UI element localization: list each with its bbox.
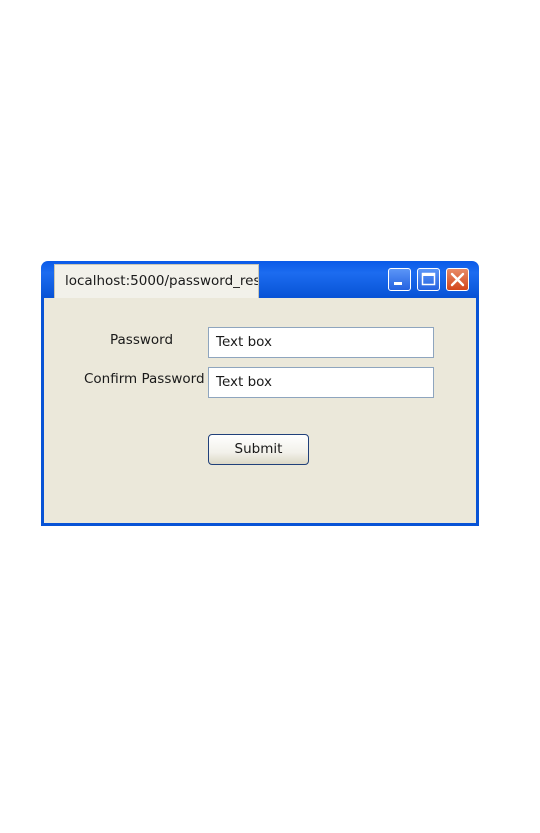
submit-button[interactable]: Submit bbox=[208, 434, 309, 465]
password-label: Password bbox=[110, 332, 174, 348]
maximize-icon bbox=[421, 272, 436, 286]
form-panel: Password Text box Confirm Password Text … bbox=[44, 298, 476, 523]
title-bar[interactable]: localhost:5000/password_reset bbox=[41, 261, 479, 299]
confirm-password-label: Confirm Password bbox=[84, 371, 205, 387]
maximize-button[interactable] bbox=[417, 268, 440, 291]
confirm-password-field[interactable]: Text box bbox=[208, 367, 434, 398]
minimize-button[interactable] bbox=[388, 268, 411, 291]
close-icon bbox=[450, 272, 465, 287]
browser-window: localhost:5000/password_reset Password T… bbox=[41, 261, 479, 526]
minimize-icon bbox=[394, 282, 402, 285]
password-field[interactable]: Text box bbox=[208, 327, 434, 358]
window-title-tab[interactable]: localhost:5000/password_reset bbox=[54, 264, 259, 299]
close-button[interactable] bbox=[446, 268, 469, 291]
